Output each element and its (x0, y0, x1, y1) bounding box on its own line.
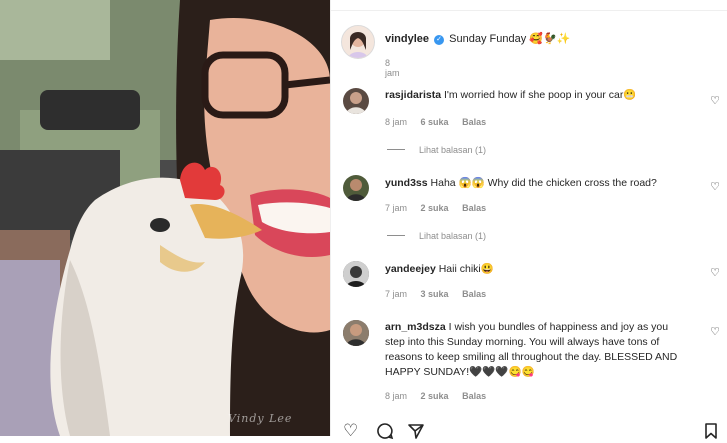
caption-emojis: 🥰🐓✨ (529, 33, 571, 45)
reply-button[interactable]: Balas (462, 117, 486, 127)
caption-text: Sunday Funday (449, 33, 527, 45)
author-avatar[interactable] (341, 25, 375, 59)
commenter-avatar[interactable] (343, 88, 369, 114)
comment-time[interactable]: 7 jam (385, 203, 407, 213)
commenter-username[interactable]: yandeejey (385, 263, 436, 275)
photo-watermark: Vindy Lee (228, 412, 293, 425)
comment-like-icon[interactable]: ♡ (710, 94, 720, 107)
comment-bubble-svg (377, 423, 394, 440)
bookmark-icon[interactable] (703, 422, 719, 443)
commenter-avatar-image (343, 320, 369, 346)
like-post-icon[interactable]: ♡ (343, 422, 358, 439)
view-replies-link[interactable]: Lihat balasan (1) (387, 231, 486, 241)
replies-dash (387, 235, 405, 236)
comment-text: Haii chiki😃 (438, 263, 494, 275)
comment-likes[interactable]: 2 suka (421, 391, 449, 401)
author-avatar-image (342, 26, 374, 58)
comment-likes[interactable]: 2 suka (421, 203, 449, 213)
commenter-username[interactable]: arn_m3dsza (385, 321, 446, 333)
caption-timestamp[interactable]: 8 jam (385, 58, 400, 78)
comment-text: I'm worried how if she poop in your car😬 (443, 89, 637, 101)
comment-bubble-icon[interactable] (376, 422, 394, 443)
commenter-avatar[interactable] (343, 175, 369, 201)
comment-like-icon[interactable]: ♡ (710, 180, 720, 193)
view-replies-label: Lihat balasan (1) (419, 145, 487, 155)
commenter-avatar-image (346, 92, 366, 114)
view-replies-label: Lihat balasan (1) (419, 231, 487, 241)
commenter-avatar-image (343, 261, 369, 287)
view-replies-link[interactable]: Lihat balasan (1) (387, 145, 486, 155)
comment-like-icon[interactable]: ♡ (710, 325, 720, 338)
comment-likes[interactable]: 3 suka (421, 289, 449, 299)
comments-panel: vindylee ✓ Sunday Funday 🥰🐓✨ 8 jam rasji… (330, 0, 727, 440)
comment-time[interactable]: 7 jam (385, 289, 407, 299)
post-photo-illustration (0, 0, 330, 436)
commenter-username[interactable]: yund3ss (385, 177, 428, 189)
comment-like-icon[interactable]: ♡ (710, 266, 720, 279)
commenter-avatar-image (346, 179, 366, 201)
verified-badge-icon: ✓ (434, 35, 445, 45)
comment-time[interactable]: 8 jam (385, 391, 407, 401)
author-username[interactable]: vindylee (385, 33, 429, 45)
comment-time[interactable]: 8 jam (385, 117, 407, 127)
reply-button[interactable]: Balas (462, 391, 486, 401)
commenter-username[interactable]: rasjidarista (385, 89, 441, 101)
header-divider (331, 10, 727, 11)
bookmark-svg (705, 423, 717, 439)
commenter-avatar[interactable] (343, 320, 369, 346)
reply-button[interactable]: Balas (462, 203, 486, 213)
comment-text: Haha 😱😱 Why did the chicken cross the ro… (430, 177, 657, 189)
paper-plane-icon[interactable] (407, 422, 425, 443)
paper-plane-svg (408, 424, 424, 439)
comment-likes[interactable]: 6 suka (421, 117, 449, 127)
commenter-avatar[interactable] (343, 261, 369, 287)
post-image: Vindy Lee (0, 0, 330, 436)
reply-button[interactable]: Balas (462, 289, 486, 299)
replies-dash (387, 149, 405, 150)
